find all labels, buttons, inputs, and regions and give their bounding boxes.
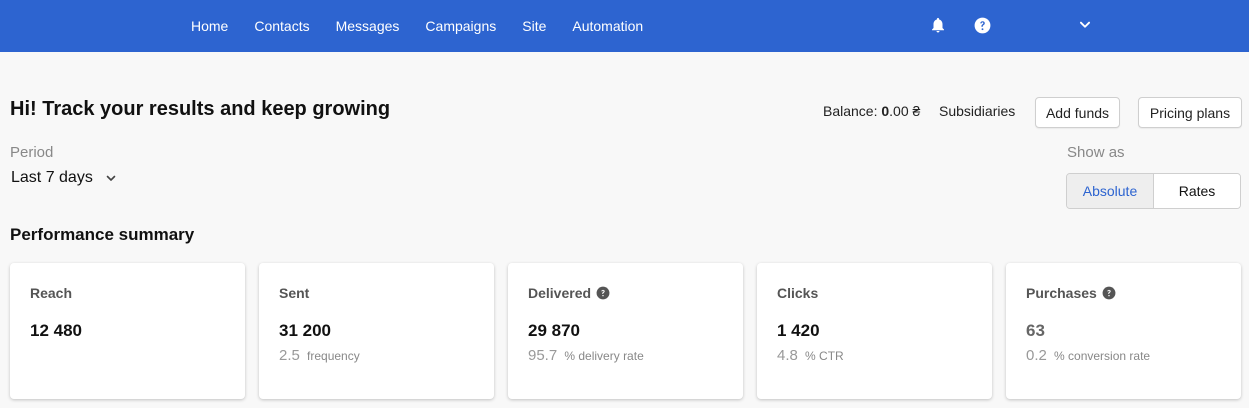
nav-messages[interactable]: Messages bbox=[336, 18, 400, 34]
card-sub-value: 95.7 bbox=[528, 347, 558, 364]
card-sub: 0.2 % conversion rate bbox=[1026, 347, 1150, 364]
metric-card-sent: Sent 31 200 2.5 frequency bbox=[259, 263, 494, 399]
card-title: Reach bbox=[30, 285, 72, 301]
card-title-text: Clicks bbox=[777, 285, 819, 301]
help-icon[interactable] bbox=[971, 14, 993, 36]
balance: Balance: 0.00 ₴ bbox=[823, 103, 920, 119]
nav-contacts[interactable]: Contacts bbox=[254, 18, 309, 34]
card-sub-value: 2.5 bbox=[279, 347, 300, 364]
card-sub: 95.7 % delivery rate bbox=[528, 347, 644, 364]
nav-campaigns[interactable]: Campaigns bbox=[425, 18, 496, 34]
card-title: Delivered bbox=[528, 285, 610, 301]
rates-option[interactable]: Rates bbox=[1154, 174, 1240, 208]
subsidiaries-link[interactable]: Subsidiaries bbox=[939, 103, 1015, 119]
card-value: 29 870 bbox=[528, 321, 580, 340]
card-title: Clicks bbox=[777, 285, 818, 301]
card-sub: 2.5 frequency bbox=[279, 347, 360, 364]
card-value: 31 200 bbox=[279, 321, 331, 340]
card-title-text: Delivered bbox=[528, 285, 592, 301]
absolute-option[interactable]: Absolute bbox=[1067, 174, 1154, 208]
card-value: 63 bbox=[1026, 321, 1045, 340]
section-title: Performance summary bbox=[10, 225, 195, 244]
nav-links: Home Contacts Messages Campaigns Site Au… bbox=[191, 0, 669, 52]
chevron-down-icon bbox=[105, 172, 117, 184]
bell-icon[interactable] bbox=[927, 14, 949, 36]
card-title: Purchases bbox=[1026, 285, 1116, 301]
nav-site[interactable]: Site bbox=[522, 18, 546, 34]
page-title: Hi! Track your results and keep growing bbox=[10, 98, 391, 120]
period-dropdown[interactable]: Last 7 days bbox=[11, 169, 117, 187]
card-sub-unit: % delivery rate bbox=[564, 349, 644, 363]
period-value: Last 7 days bbox=[11, 169, 93, 186]
card-title-text: Sent bbox=[279, 285, 310, 301]
card-value: 12 480 bbox=[30, 321, 82, 340]
card-sub-unit: frequency bbox=[307, 349, 360, 363]
chevron-down-icon[interactable] bbox=[1074, 14, 1096, 36]
nav-home[interactable]: Home bbox=[191, 18, 228, 34]
currency-symbol: ₴ bbox=[912, 103, 921, 119]
card-sub-value: 0.2 bbox=[1026, 347, 1047, 364]
metric-card-clicks: Clicks 1 420 4.8 % CTR bbox=[757, 263, 992, 399]
metric-card-purchases: Purchases 63 0.2 % conversion rate bbox=[1006, 263, 1241, 399]
top-navbar: Home Contacts Messages Campaigns Site Au… bbox=[0, 0, 1249, 52]
balance-integer: 0 bbox=[881, 103, 890, 119]
card-sub-unit: % CTR bbox=[805, 349, 844, 363]
card-title-text: Reach bbox=[30, 285, 73, 301]
card-value: 1 420 bbox=[777, 321, 820, 340]
balance-label: Balance: bbox=[823, 103, 878, 119]
pricing-plans-button[interactable]: Pricing plans bbox=[1138, 97, 1242, 128]
metric-card-delivered: Delivered 29 870 95.7 % delivery rate bbox=[508, 263, 743, 399]
show-as-toggle: Absolute Rates bbox=[1066, 173, 1241, 209]
metric-card-reach: Reach 12 480 bbox=[10, 263, 245, 399]
card-sub-unit: % conversion rate bbox=[1054, 349, 1151, 363]
nav-automation[interactable]: Automation bbox=[572, 18, 643, 34]
card-title-text: Purchases bbox=[1026, 285, 1097, 301]
help-icon[interactable] bbox=[1102, 286, 1116, 300]
show-as-label: Show as bbox=[1067, 144, 1125, 161]
card-sub-value: 4.8 bbox=[777, 347, 798, 364]
balance-decimal: .00 bbox=[889, 103, 909, 119]
period-label: Period bbox=[10, 144, 54, 161]
help-icon[interactable] bbox=[596, 286, 610, 300]
card-sub: 4.8 % CTR bbox=[777, 347, 844, 364]
card-title: Sent bbox=[279, 285, 309, 301]
add-funds-button[interactable]: Add funds bbox=[1035, 97, 1120, 128]
